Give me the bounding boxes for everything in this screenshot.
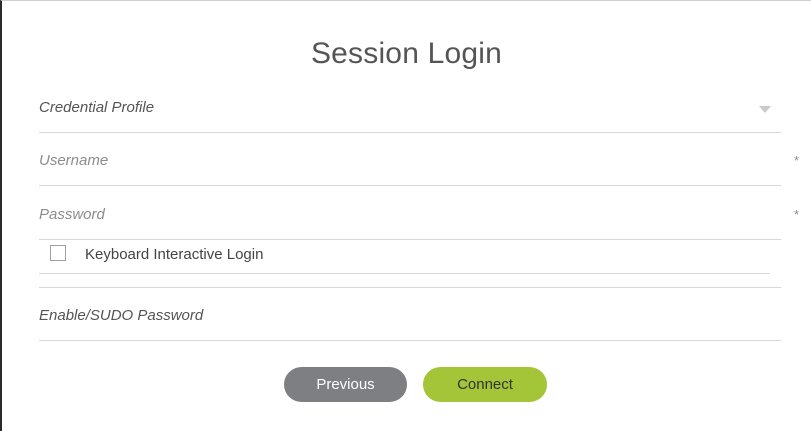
keyboard-interactive-label[interactable]: Keyboard Interactive Login [85, 246, 263, 263]
dropdown-caret-icon[interactable] [759, 106, 771, 113]
username-required-marker: * [794, 153, 800, 168]
sudo-password-input[interactable] [39, 307, 739, 324]
sudo-password-field-row [39, 287, 781, 341]
password-field-row [39, 186, 781, 240]
credential-profile-label: Credential Profile [39, 99, 155, 116]
previous-button[interactable]: Previous [284, 367, 407, 402]
dialog-title: Session Login [310, 37, 503, 70]
session-login-dialog: Session Login Credential Profile * * Key… [0, 0, 811, 431]
password-input[interactable] [39, 206, 739, 223]
username-field-row [39, 132, 781, 186]
username-input[interactable] [39, 152, 739, 169]
connect-button[interactable]: Connect [423, 367, 547, 402]
keyboard-interactive-row: Keyboard Interactive Login [39, 234, 770, 274]
password-required-marker: * [794, 207, 800, 222]
keyboard-interactive-checkbox[interactable] [50, 245, 66, 261]
credential-profile-select[interactable]: Credential Profile [39, 79, 781, 133]
